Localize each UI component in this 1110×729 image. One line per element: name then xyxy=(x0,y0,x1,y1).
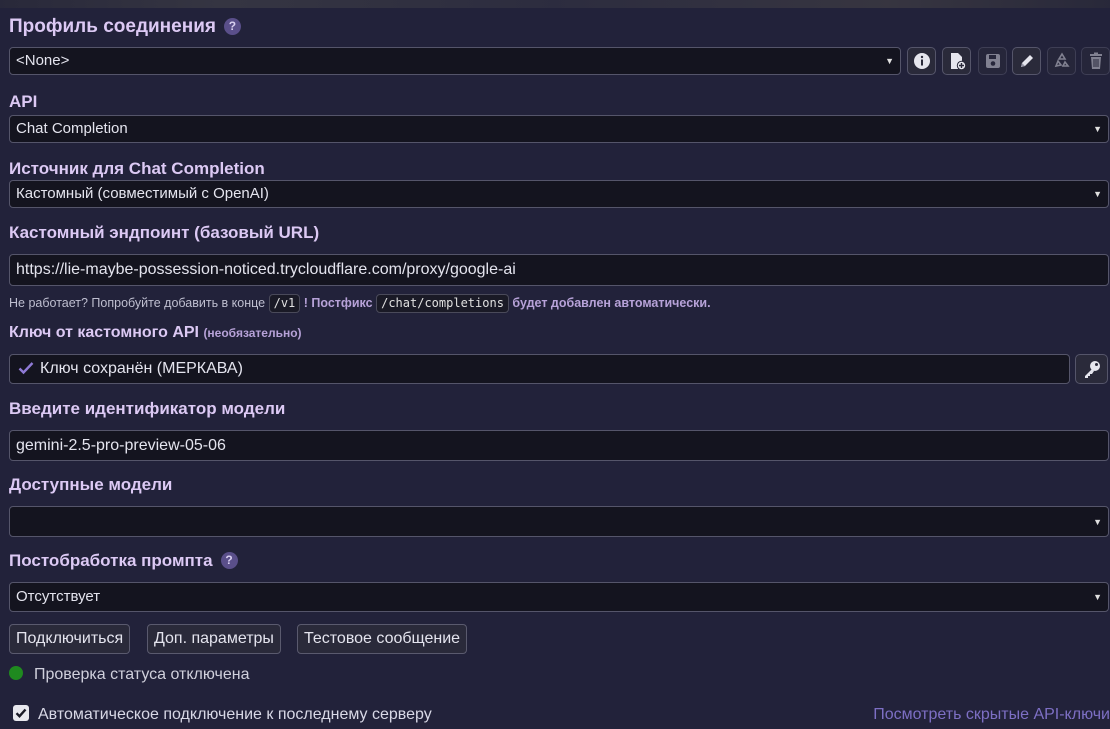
connection-panel: Профиль соединения? <None> ▼ API Chat Co… xyxy=(0,0,1110,729)
auto-connect-checkbox[interactable] xyxy=(13,705,29,721)
key-icon xyxy=(1084,361,1100,378)
endpoint-label: Кастомный эндпоинт (базовый URL) xyxy=(9,223,320,242)
model-id-label: Введите идентификатор модели xyxy=(9,399,286,418)
checkmark-icon xyxy=(15,708,27,718)
api-key-manage-button[interactable] xyxy=(1075,354,1108,384)
status-indicator xyxy=(9,666,23,680)
check-icon xyxy=(18,362,34,375)
postprocess-label-row: Постобработка промпта? xyxy=(9,551,238,571)
profile-delete-button[interactable] xyxy=(1081,47,1110,75)
chevron-down-icon: ▼ xyxy=(1093,517,1102,527)
api-key-label: Ключ от кастомного API xyxy=(9,324,199,341)
profile-info-button[interactable] xyxy=(907,47,936,75)
test-message-button[interactable]: Тестовое сообщение xyxy=(297,624,468,654)
pencil-icon xyxy=(1020,55,1033,67)
profile-select-value: <None> xyxy=(16,52,70,69)
status-row: Проверка статуса отключена xyxy=(9,666,249,684)
info-icon xyxy=(913,53,930,69)
profile-title-row: Профиль соединения? xyxy=(9,16,241,38)
help-icon[interactable]: ? xyxy=(223,18,241,35)
help-icon[interactable]: ? xyxy=(220,552,238,569)
available-models-label: Доступные модели xyxy=(9,475,173,494)
profile-save-button[interactable] xyxy=(978,47,1007,75)
auto-connect-row[interactable]: Автоматическое подключение к последнему … xyxy=(13,705,432,724)
source-select-value: Кастомный (совместимый с OpenAI) xyxy=(16,185,269,202)
postprocess-select[interactable]: Отсутствует ▼ xyxy=(9,582,1109,612)
connect-button[interactable]: Подключиться xyxy=(9,624,131,654)
save-icon xyxy=(985,54,1000,68)
trash-icon xyxy=(1089,52,1102,69)
api-key-field[interactable]: Ключ сохранён (МЕРКАВА) xyxy=(9,354,1070,384)
api-key-value: Ключ сохранён (МЕРКАВА) xyxy=(40,360,243,377)
chevron-down-icon: ▼ xyxy=(885,56,894,66)
endpoint-input[interactable]: https://lie-maybe-possession-noticed.try… xyxy=(9,254,1109,286)
hint-code-v1: /v1 xyxy=(268,294,301,313)
hidden-api-keys-link[interactable]: Посмотреть скрытые API-ключи xyxy=(873,706,1110,724)
recycle-icon xyxy=(1054,52,1070,68)
api-select[interactable]: Chat Completion ▼ xyxy=(9,115,1109,143)
file-plus-icon xyxy=(950,53,966,71)
hint-prefix: Не работает? Попробуйте добавить в конце xyxy=(9,296,266,310)
hint-suffix: будет добавлен автоматически. xyxy=(512,296,711,310)
profile-reload-button[interactable] xyxy=(1047,47,1076,75)
chevron-down-icon: ▼ xyxy=(1093,592,1102,602)
api-select-value: Chat Completion xyxy=(16,120,128,137)
profile-create-button[interactable] xyxy=(942,47,971,75)
extra-params-button[interactable]: Доп. параметры xyxy=(147,624,281,654)
auto-connect-label: Автоматическое подключение к последнему … xyxy=(38,706,432,723)
api-key-label-row: Ключ от кастомного API (необязательно) xyxy=(9,324,302,342)
status-text: Проверка статуса отключена xyxy=(34,666,250,683)
hint-code-chat: /chat/completions xyxy=(376,294,509,313)
source-select[interactable]: Кастомный (совместимый с OpenAI) ▼ xyxy=(9,180,1109,208)
profile-edit-button[interactable] xyxy=(1012,47,1041,75)
profile-title: Профиль соединения xyxy=(9,16,216,37)
model-id-input[interactable]: gemini-2.5-pro-preview-05-06 xyxy=(9,430,1109,461)
postprocess-select-value: Отсутствует xyxy=(16,588,101,605)
api-label: API xyxy=(9,92,38,111)
chevron-down-icon: ▼ xyxy=(1093,124,1102,134)
available-models-select[interactable]: ▼ xyxy=(9,506,1109,537)
endpoint-hint: Не работает? Попробуйте добавить в конце… xyxy=(9,294,711,313)
source-label: Источник для Chat Completion xyxy=(9,159,265,178)
profile-select[interactable]: <None> ▼ xyxy=(9,47,901,75)
chevron-down-icon: ▼ xyxy=(1093,189,1102,199)
hint-mid: ! Постфикс xyxy=(303,296,373,310)
postprocess-label: Постобработка промпта xyxy=(9,551,213,570)
api-key-optional: (необязательно) xyxy=(203,326,302,340)
